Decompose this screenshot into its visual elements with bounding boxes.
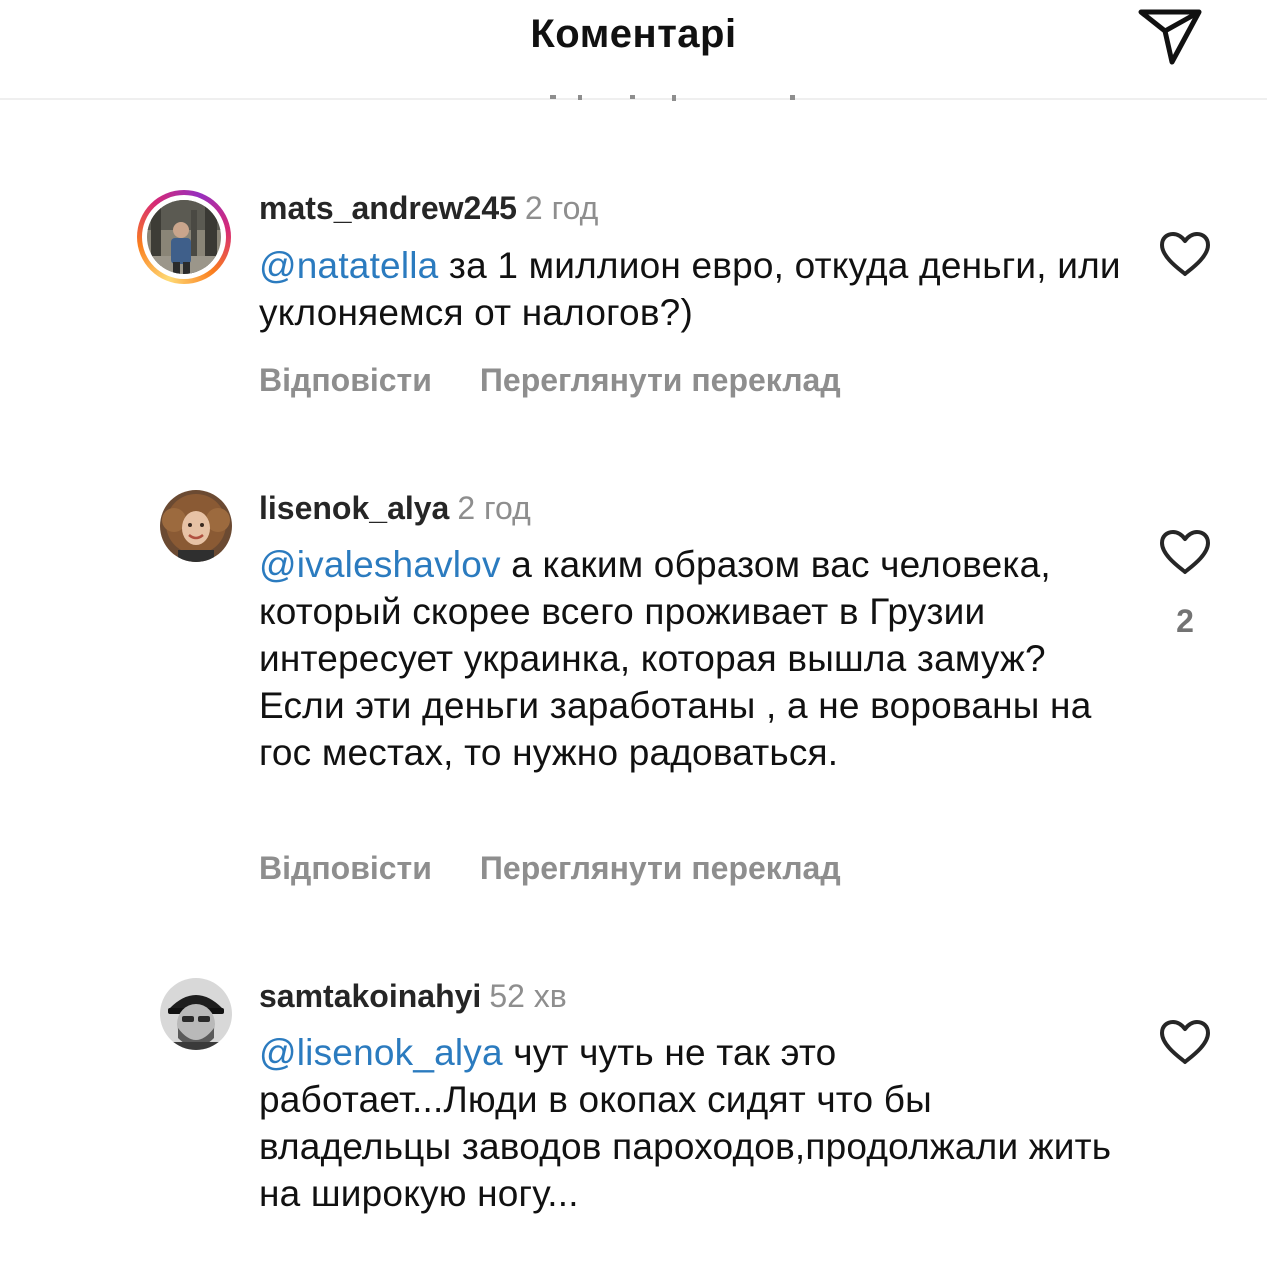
comment-actions: Відповісти Переглянути переклад	[259, 362, 841, 399]
story-ring[interactable]	[137, 190, 231, 284]
timestamp: 2 год	[457, 490, 531, 526]
timestamp: 2 год	[524, 190, 599, 226]
mention-link[interactable]: @lisenok_alya	[259, 1032, 503, 1073]
clipped-text-remnant	[540, 92, 810, 102]
mention-link[interactable]: @natatella	[259, 245, 438, 286]
timestamp: 52 хв	[489, 978, 567, 1014]
heart-outline-icon	[1160, 1020, 1210, 1064]
comment-meta: mats_andrew245 2 год	[259, 188, 598, 228]
share-button[interactable]	[1135, 4, 1205, 68]
comment-text: @natatella за 1 миллион евро, откуда ден…	[259, 242, 1139, 336]
comments-header: Коментарі	[0, 0, 1267, 100]
avatar[interactable]	[160, 490, 232, 562]
username[interactable]: mats_andrew245	[259, 190, 517, 226]
comment-actions: Відповісти Переглянути переклад	[259, 850, 841, 887]
comment-text: @ivaleshavlov а каким образом вас челове…	[259, 541, 1139, 776]
see-translation-button[interactable]: Переглянути переклад	[480, 850, 841, 886]
reply-button[interactable]: Відповісти	[259, 850, 432, 886]
reply-button[interactable]: Відповісти	[259, 362, 432, 398]
username[interactable]: samtakoinahyi	[259, 978, 481, 1014]
heart-outline-icon	[1160, 232, 1210, 276]
like-button[interactable]	[1158, 528, 1212, 576]
paper-plane-icon	[1138, 9, 1202, 65]
see-translation-button[interactable]: Переглянути переклад	[480, 362, 841, 398]
heart-outline-icon	[1160, 530, 1210, 574]
username[interactable]: lisenok_alya	[259, 490, 449, 526]
mention-link[interactable]: @ivaleshavlov	[259, 544, 501, 585]
like-button[interactable]	[1158, 230, 1212, 278]
comment-text: @lisenok_alya чут чуть не так это работа…	[259, 1029, 1119, 1217]
like-count: 2	[1176, 603, 1194, 639]
comment-meta: lisenok_alya 2 год	[259, 488, 531, 528]
avatar[interactable]	[147, 200, 221, 274]
page-title: Коментарі	[530, 12, 737, 56]
like-button[interactable]	[1158, 1018, 1212, 1066]
avatar[interactable]	[160, 978, 232, 1050]
comment-meta: samtakoinahyi 52 хв	[259, 976, 567, 1016]
